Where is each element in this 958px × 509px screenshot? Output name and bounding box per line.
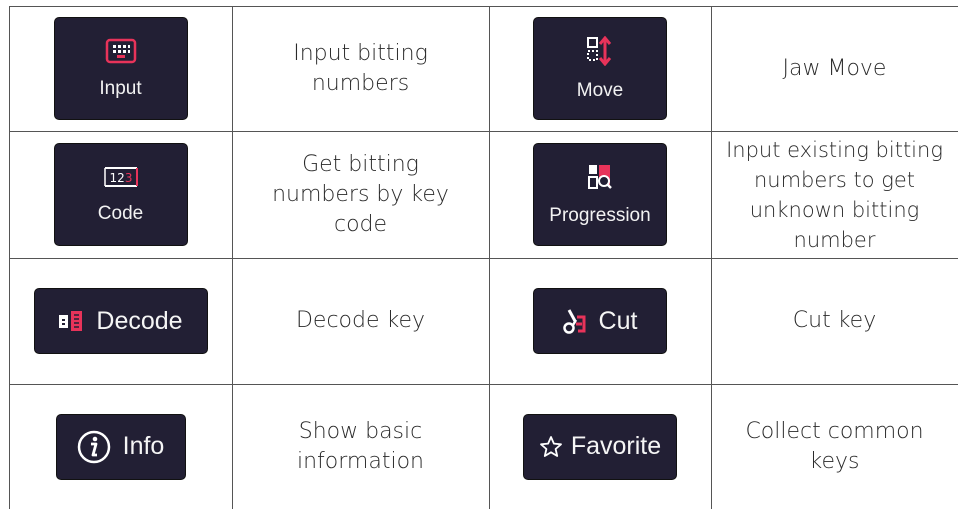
move-button-label: Move	[576, 79, 624, 101]
description-line: information	[297, 448, 424, 474]
code-123-icon: 123	[103, 166, 138, 187]
input-button[interactable]: Input	[54, 18, 187, 119]
svg-text:123: 123	[109, 171, 132, 185]
description: Collect common keys	[741, 417, 927, 477]
progression-button-label: Progression	[549, 204, 651, 226]
table-cell: Decode key	[232, 258, 489, 384]
description-line: Collect common	[745, 418, 924, 444]
table-cell: Favorite	[489, 384, 711, 509]
table-cell: 123 Code	[9, 131, 232, 258]
description-line: Input bitting	[293, 40, 428, 66]
description: Jaw Move	[779, 54, 891, 84]
description-line: unknown bitting	[749, 197, 920, 222]
description-line: numbers to get	[753, 167, 916, 192]
description: Decode key	[292, 306, 429, 336]
description-line: numbers	[311, 70, 410, 96]
description-line: Get bitting	[302, 151, 419, 177]
description: Get bitting numbers by key code	[268, 150, 453, 240]
info-button[interactable]: Info	[56, 414, 185, 479]
table-cell: Collect common keys	[711, 384, 958, 509]
keypad-icon	[105, 38, 136, 63]
description-line: Input existing bitting	[726, 137, 943, 162]
description: Cut key	[789, 306, 880, 336]
table-cell: Move	[489, 6, 711, 131]
cut-button[interactable]: Cut	[534, 289, 666, 353]
description-line: Show basic	[298, 418, 423, 444]
table-cell: Info	[9, 384, 232, 509]
table-cell: Cut	[489, 258, 711, 384]
star-icon	[539, 435, 562, 457]
info-icon	[77, 430, 110, 463]
table-cell: Input bitting numbers	[232, 6, 489, 131]
cut-icon	[562, 309, 586, 334]
code-button-label: Code	[97, 202, 144, 224]
description-line: keys	[809, 448, 860, 474]
description-line: Jaw Move	[782, 55, 887, 81]
table-cell: Get bitting numbers by key code	[232, 131, 489, 258]
code-button[interactable]: 123 Code	[54, 144, 187, 245]
decode-button[interactable]: Decode	[34, 289, 207, 353]
table-cell: Progression	[489, 131, 711, 258]
table-cell: Show basic information	[232, 384, 489, 509]
description-line: code	[333, 211, 388, 237]
jaw-move-icon	[587, 35, 612, 66]
table-cell: Input	[9, 6, 232, 131]
description-line: numbers by key	[272, 181, 449, 207]
description: Show basic information	[293, 417, 428, 477]
input-button-label: Input	[99, 77, 142, 99]
move-button[interactable]: Move	[534, 18, 666, 119]
decode-button-label: Decode	[96, 306, 183, 335]
table-cell: Input existing bitting numbers to get un…	[711, 131, 958, 258]
description: Input existing bitting numbers to get un…	[722, 135, 947, 255]
description-line: Decode key	[295, 308, 426, 333]
table-cell: Jaw Move	[711, 6, 958, 131]
favorite-button[interactable]: Favorite	[524, 414, 676, 479]
decode-icon	[59, 311, 83, 331]
description-line: Cut key	[792, 308, 877, 333]
progression-icon	[588, 164, 612, 189]
info-button-label: Info	[122, 432, 165, 460]
description-line: number	[793, 227, 876, 252]
favorite-button-label: Favorite	[570, 432, 662, 460]
description: Input bitting numbers	[289, 39, 432, 99]
cut-button-label: Cut	[598, 306, 638, 335]
table-cell: Decode	[9, 258, 232, 384]
table-cell: Cut key	[711, 258, 958, 384]
progression-button[interactable]: Progression	[534, 144, 666, 245]
